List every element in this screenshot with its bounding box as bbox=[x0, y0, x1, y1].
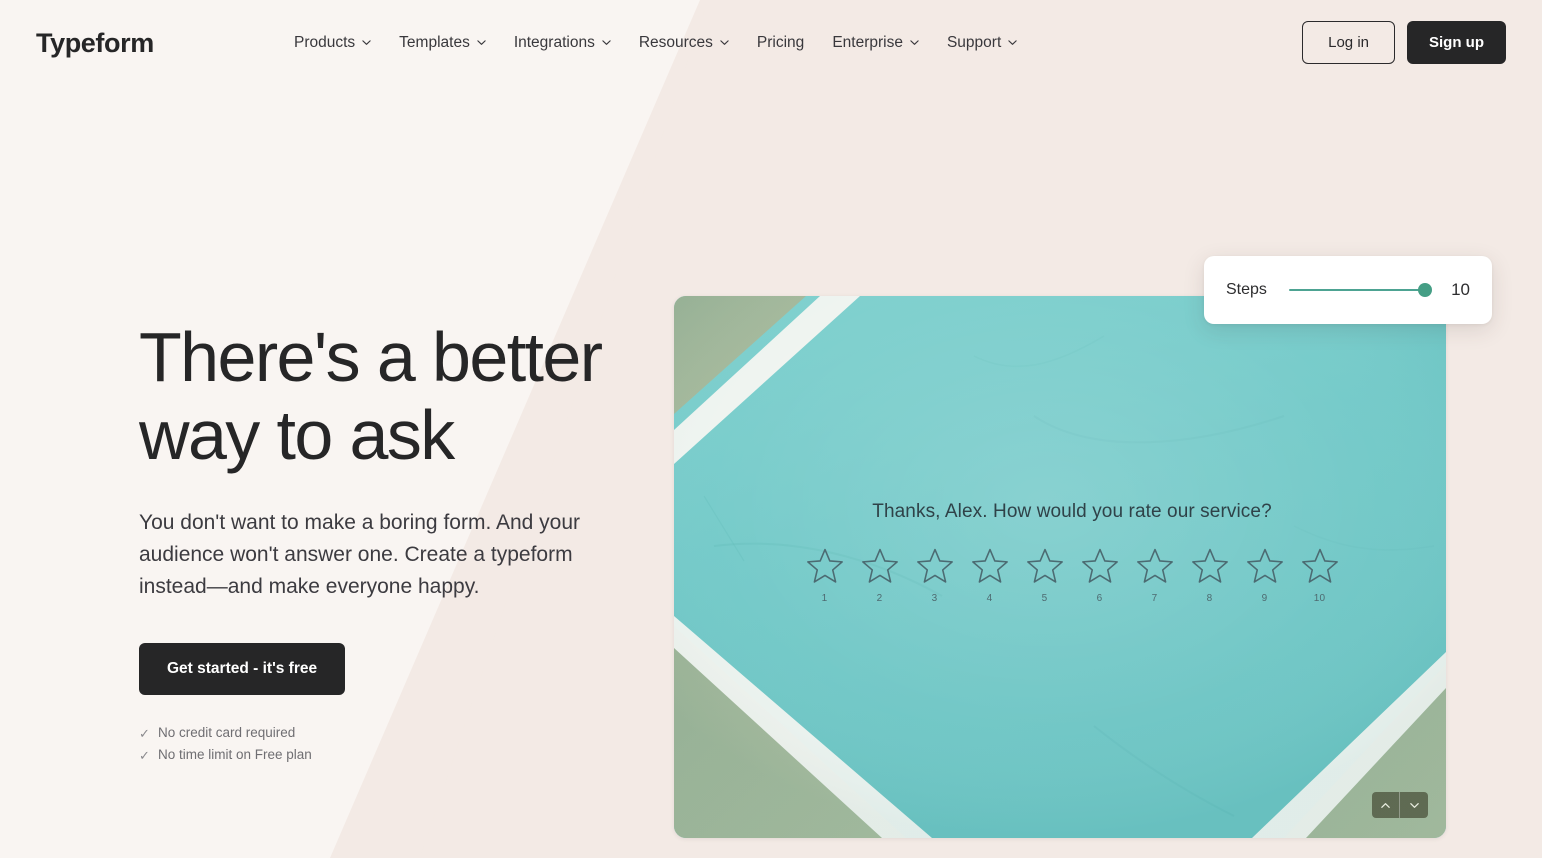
rating-option-4[interactable]: 4 bbox=[962, 545, 1017, 604]
rating-option-5[interactable]: 5 bbox=[1017, 545, 1072, 604]
nav-item-products[interactable]: Products bbox=[280, 30, 385, 56]
pager-next-button[interactable] bbox=[1400, 792, 1428, 818]
nav-item-label: Products bbox=[294, 34, 356, 51]
slider-track bbox=[1288, 289, 1430, 291]
list-item: ✓ No credit card required bbox=[139, 722, 659, 744]
preview-question-text: Thanks, Alex. How would you rate our ser… bbox=[872, 501, 1272, 522]
steps-label: Steps bbox=[1226, 281, 1267, 298]
check-icon: ✓ bbox=[139, 747, 150, 763]
hero-perk-list: ✓ No credit card required ✓ No time limi… bbox=[139, 722, 659, 766]
star-outline-icon bbox=[859, 545, 901, 587]
preview-pager bbox=[1372, 792, 1428, 818]
nav-item-integrations[interactable]: Integrations bbox=[500, 30, 625, 56]
preview-question-block: Thanks, Alex. How would you rate our ser… bbox=[674, 501, 1446, 604]
chevron-down-icon bbox=[910, 38, 919, 47]
star-outline-icon bbox=[969, 545, 1011, 587]
nav-item-enterprise[interactable]: Enterprise bbox=[818, 30, 933, 56]
logo-typeform[interactable]: Typeform bbox=[36, 27, 154, 59]
rating-option-label: 1 bbox=[821, 593, 828, 604]
nav-item-label: Support bbox=[946, 34, 1002, 51]
chevron-down-icon bbox=[720, 38, 729, 47]
perk-label: No time limit on Free plan bbox=[158, 747, 312, 762]
nav-item-label: Pricing bbox=[756, 34, 805, 51]
rating-option-label: 7 bbox=[1151, 593, 1158, 604]
nav-item-label: Templates bbox=[399, 34, 470, 51]
steps-slider[interactable] bbox=[1288, 283, 1432, 297]
rating-option-label: 3 bbox=[931, 593, 938, 604]
perk-label: No credit card required bbox=[158, 725, 296, 740]
login-button[interactable]: Log in bbox=[1302, 21, 1395, 64]
chevron-up-icon bbox=[1380, 800, 1391, 811]
header-actions: Log in Sign up bbox=[1302, 21, 1506, 64]
nav-item-pricing[interactable]: Pricing bbox=[743, 30, 818, 56]
rating-option-label: 10 bbox=[1313, 593, 1326, 604]
rating-option-8[interactable]: 8 bbox=[1182, 545, 1237, 604]
star-outline-icon bbox=[914, 545, 956, 587]
chevron-down-icon bbox=[362, 38, 371, 47]
list-item: ✓ No time limit on Free plan bbox=[139, 744, 659, 766]
get-started-button[interactable]: Get started - it's free bbox=[139, 643, 346, 695]
rating-option-6[interactable]: 6 bbox=[1072, 545, 1127, 604]
site-header: Typeform Products Templates Integrations… bbox=[0, 0, 1542, 86]
rating-option-7[interactable]: 7 bbox=[1127, 545, 1182, 604]
hero-subtitle: You don't want to make a boring form. An… bbox=[139, 511, 580, 598]
nav-item-templates[interactable]: Templates bbox=[385, 30, 500, 56]
pager-previous-button[interactable] bbox=[1372, 792, 1400, 818]
chevron-down-icon bbox=[1409, 800, 1420, 811]
steps-value: 10 bbox=[1451, 280, 1470, 299]
rating-option-label: 5 bbox=[1041, 593, 1048, 604]
steps-slider-card: Steps 10 bbox=[1204, 256, 1492, 324]
rating-option-3[interactable]: 3 bbox=[907, 545, 962, 604]
star-outline-icon bbox=[1134, 545, 1176, 587]
nav-item-support[interactable]: Support bbox=[933, 30, 1031, 56]
chevron-down-icon bbox=[477, 38, 486, 47]
star-outline-icon bbox=[1024, 545, 1066, 587]
star-outline-icon bbox=[1189, 545, 1231, 587]
rating-option-label: 2 bbox=[876, 593, 883, 604]
rating-option-label: 9 bbox=[1261, 593, 1268, 604]
rating-option-1[interactable]: 1 bbox=[797, 545, 852, 604]
nav-item-label: Resources bbox=[638, 34, 713, 51]
chevron-down-icon bbox=[1008, 38, 1017, 47]
star-outline-icon bbox=[1299, 545, 1341, 587]
rating-option-2[interactable]: 2 bbox=[852, 545, 907, 604]
rating-option-label: 4 bbox=[986, 593, 993, 604]
nav-item-label: Integrations bbox=[513, 34, 595, 51]
hero-section: There's a better way to ask You don't wa… bbox=[139, 318, 659, 766]
rating-option-label: 8 bbox=[1206, 593, 1213, 604]
nav-item-resources[interactable]: Resources bbox=[625, 30, 743, 56]
form-preview-card: Thanks, Alex. How would you rate our ser… bbox=[674, 296, 1446, 838]
slider-thumb-icon[interactable] bbox=[1418, 283, 1432, 297]
rating-option-10[interactable]: 10 bbox=[1292, 545, 1347, 604]
page-title: There's a better way to ask bbox=[139, 318, 603, 474]
star-outline-icon bbox=[1079, 545, 1121, 587]
rating-stars-row: 1 2 3 4 5 6 7 8 9 10 bbox=[698, 545, 1446, 604]
main-navigation: Products Templates Integrations Resource… bbox=[280, 30, 1031, 56]
signup-button[interactable]: Sign up bbox=[1407, 21, 1506, 64]
rating-option-label: 6 bbox=[1096, 593, 1103, 604]
rating-option-9[interactable]: 9 bbox=[1237, 545, 1292, 604]
check-icon: ✓ bbox=[139, 725, 150, 741]
chevron-down-icon bbox=[602, 38, 611, 47]
nav-item-label: Enterprise bbox=[832, 34, 903, 51]
star-outline-icon bbox=[1244, 545, 1286, 587]
star-outline-icon bbox=[804, 545, 846, 587]
